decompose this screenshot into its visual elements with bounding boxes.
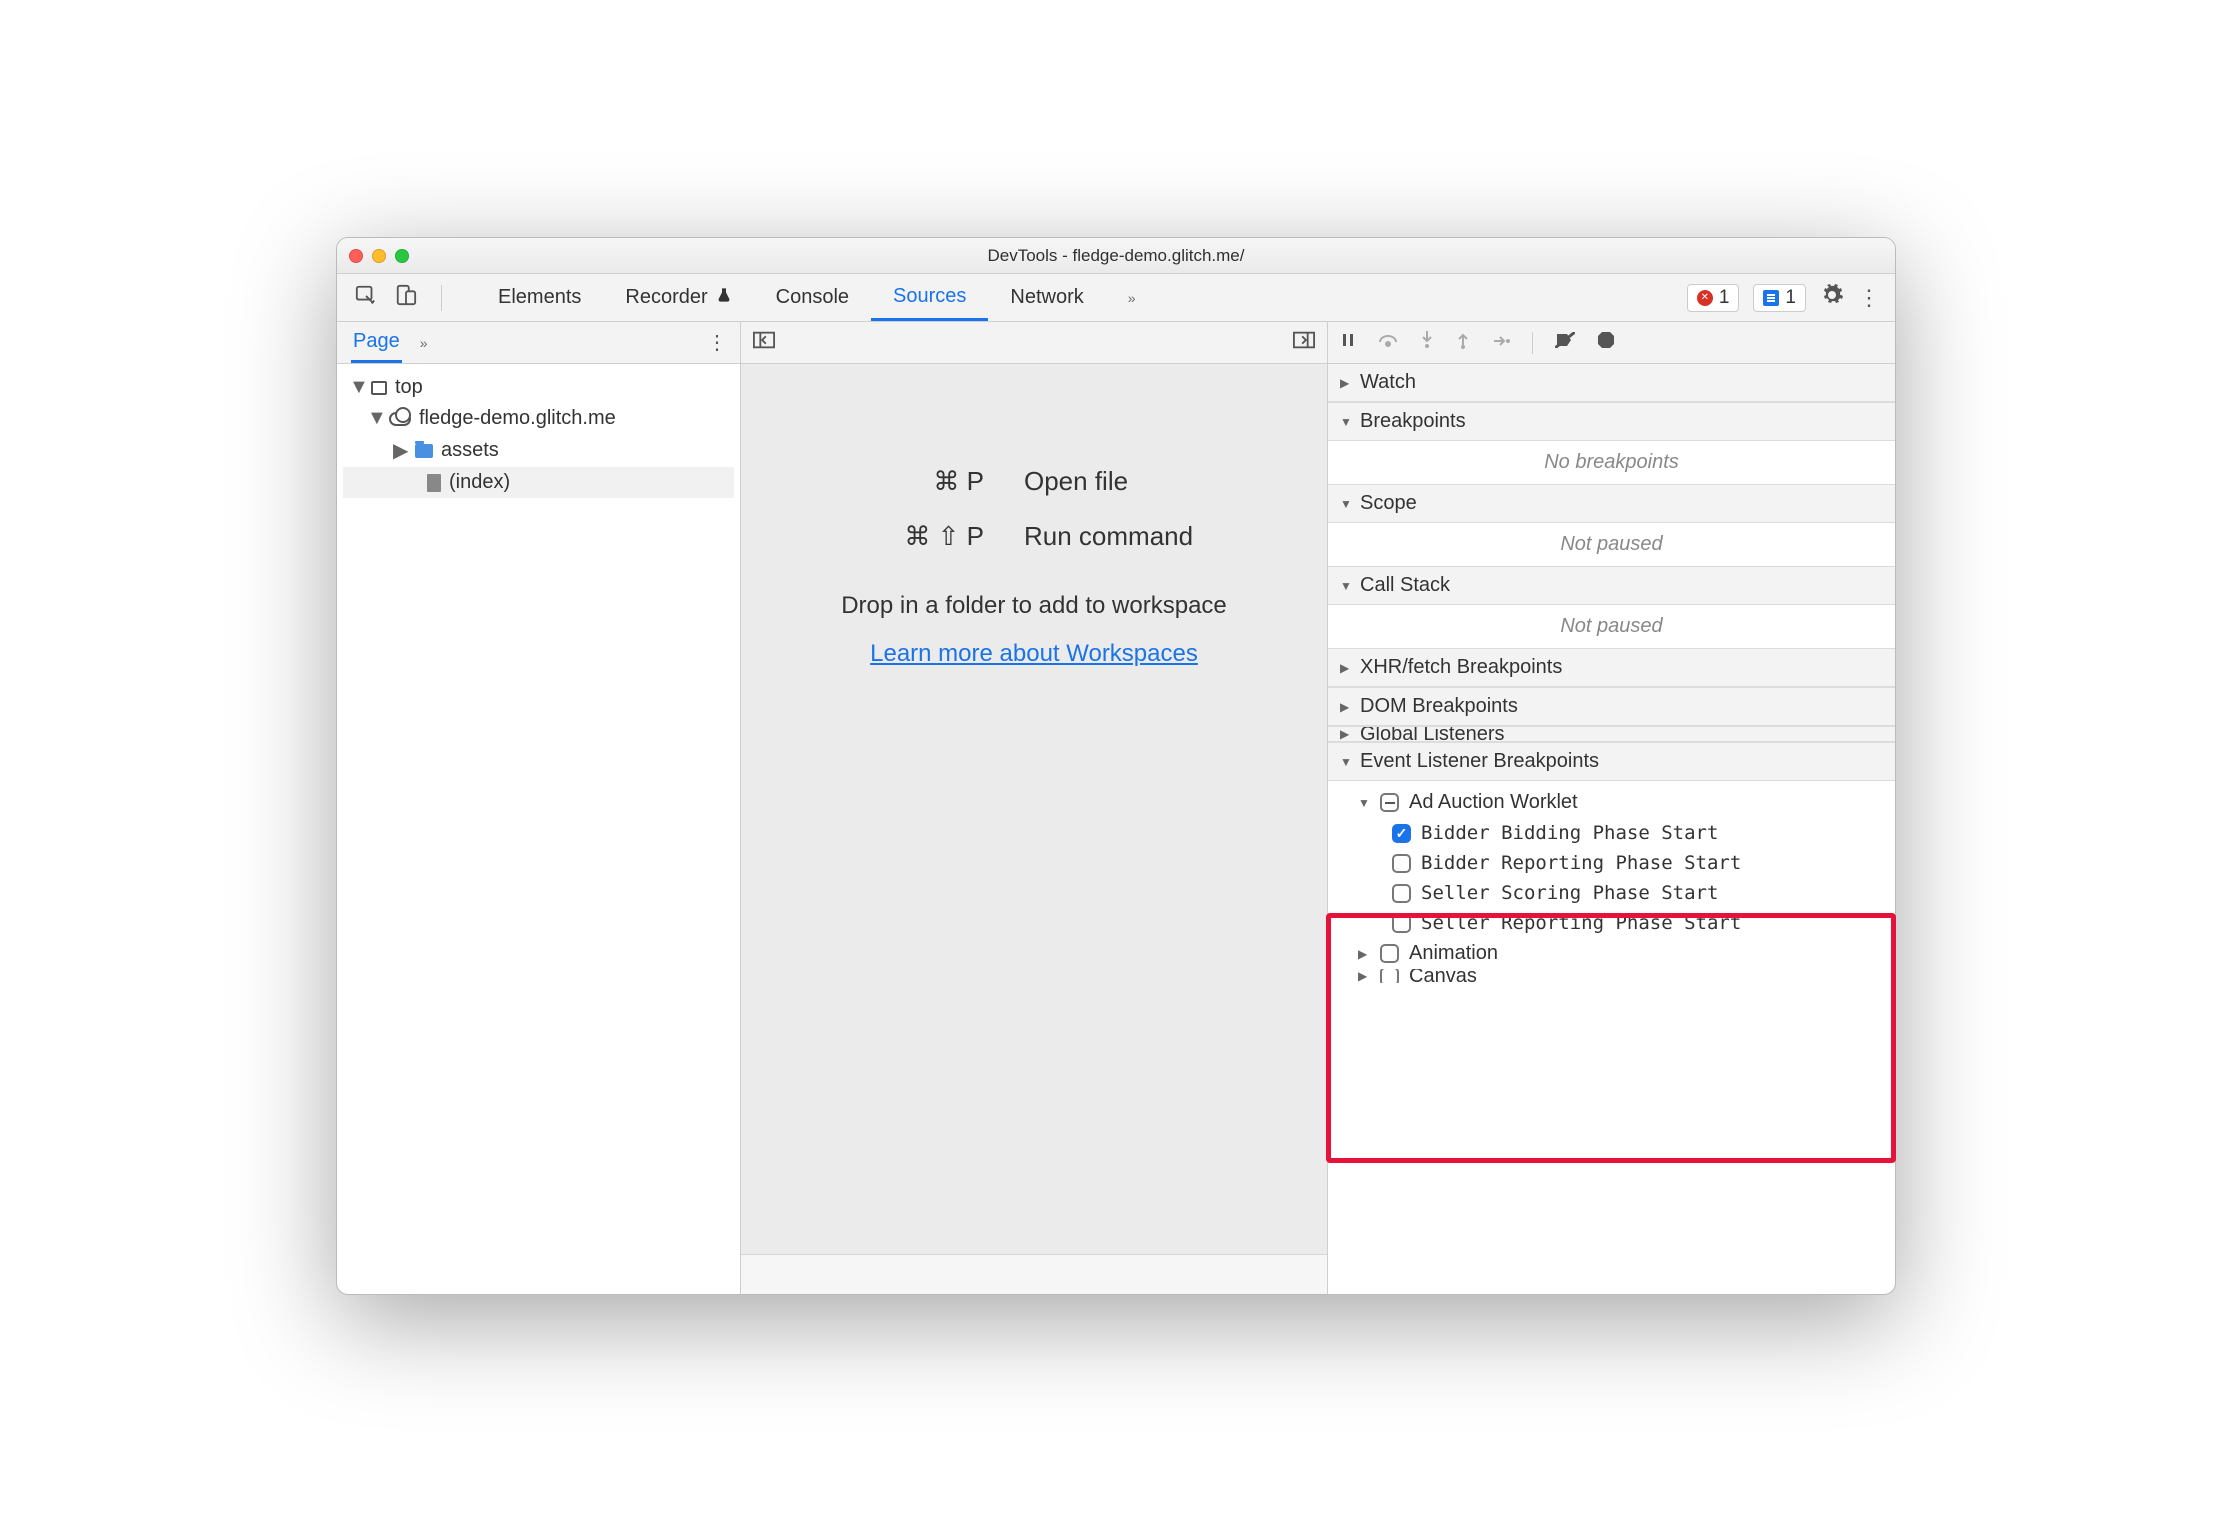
frame-icon	[371, 381, 387, 395]
breakpoints-empty: No breakpoints	[1544, 451, 1679, 473]
run-command-label: Run command	[1024, 521, 1244, 552]
toggle-navigator-icon[interactable]	[753, 331, 775, 354]
step-out-icon[interactable]	[1456, 331, 1470, 354]
toggle-debugger-icon[interactable]	[1293, 331, 1315, 354]
section-xhr-breakpoints[interactable]: ▶XHR/fetch Breakpoints	[1328, 648, 1895, 687]
elb-bidder-reporting-start[interactable]: Bidder Reporting Phase Start	[1328, 848, 1895, 878]
folder-icon	[415, 444, 433, 458]
section-watch[interactable]: ▶Watch	[1328, 364, 1895, 402]
tree-row-file[interactable]: (index)	[343, 467, 734, 498]
section-breakpoints[interactable]: ▼Breakpoints	[1328, 402, 1895, 441]
navigator-tab-page[interactable]: Page	[351, 322, 402, 363]
navigator-tabs-overflow[interactable]: »	[420, 335, 428, 351]
checkbox-icon[interactable]	[1392, 914, 1411, 933]
elb-seller-reporting-start[interactable]: Seller Reporting Phase Start	[1328, 908, 1895, 938]
kebab-menu-icon[interactable]: ⋮	[1858, 285, 1879, 311]
step-icon[interactable]	[1492, 332, 1510, 353]
pause-icon[interactable]	[1340, 332, 1356, 353]
flask-icon	[716, 286, 732, 310]
open-file-shortcut: ⌘ P	[824, 466, 984, 497]
window-title: DevTools - fledge-demo.glitch.me/	[337, 246, 1895, 266]
navigator-pane: Page » ⋮ ▼ top ▼ fledge-demo.glitch.me ▶…	[337, 322, 741, 1294]
checkbox-icon[interactable]	[1392, 884, 1411, 903]
elb-category-canvas[interactable]: ▶ Canvas	[1328, 969, 1895, 983]
section-event-listener-breakpoints[interactable]: ▼Event Listener Breakpoints	[1328, 742, 1895, 781]
elb-category-animation[interactable]: ▶ Animation	[1328, 938, 1895, 969]
tree-row-folder[interactable]: ▶ assets	[343, 434, 734, 467]
titlebar: DevTools - fledge-demo.glitch.me/	[337, 238, 1895, 274]
open-file-label: Open file	[1024, 466, 1244, 497]
tab-overflow[interactable]: »	[1106, 274, 1158, 321]
pause-on-exceptions-icon[interactable]	[1597, 331, 1615, 354]
message-badge[interactable]: 1	[1753, 284, 1806, 312]
callstack-empty: Not paused	[1560, 615, 1662, 637]
devtools-window: DevTools - fledge-demo.glitch.me/ Elemen…	[336, 237, 1896, 1295]
tree-row-origin[interactable]: ▼ fledge-demo.glitch.me	[343, 403, 734, 434]
tab-sources[interactable]: Sources	[871, 274, 988, 321]
editor-footer	[741, 1254, 1327, 1294]
tree-row-top[interactable]: ▼ top	[343, 372, 734, 403]
checkbox-icon[interactable]	[1380, 969, 1399, 983]
section-callstack[interactable]: ▼Call Stack	[1328, 566, 1895, 605]
file-icon	[427, 474, 441, 492]
scope-empty: Not paused	[1560, 533, 1662, 555]
debugger-pane: ▶Watch ▼Breakpoints No breakpoints ▼Scop…	[1327, 322, 1895, 1294]
tab-elements[interactable]: Elements	[476, 274, 603, 321]
step-over-icon[interactable]	[1378, 332, 1398, 353]
inspect-icon[interactable]	[355, 284, 377, 312]
tab-recorder[interactable]: Recorder	[603, 274, 753, 321]
run-command-shortcut: ⌘ ⇧ P	[824, 521, 984, 552]
settings-icon[interactable]	[1820, 283, 1844, 313]
main-toolbar: Elements Recorder Console Sources Networ…	[337, 274, 1895, 322]
checkbox-icon[interactable]	[1392, 854, 1411, 873]
window-zoom-button[interactable]	[395, 249, 409, 263]
tab-console[interactable]: Console	[754, 274, 871, 321]
device-toolbar-icon[interactable]	[395, 284, 417, 312]
error-badge[interactable]: 1	[1687, 284, 1740, 312]
file-tree: ▼ top ▼ fledge-demo.glitch.me ▶ assets (…	[337, 364, 740, 506]
section-dom-breakpoints[interactable]: ▶DOM Breakpoints	[1328, 687, 1895, 726]
cloud-icon	[389, 412, 411, 426]
window-minimize-button[interactable]	[372, 249, 386, 263]
workspace-hint: Drop in a folder to add to workspace	[841, 592, 1227, 620]
elb-seller-scoring-start[interactable]: Seller Scoring Phase Start	[1328, 878, 1895, 908]
step-into-icon[interactable]	[1420, 331, 1434, 354]
elb-category-ad-auction[interactable]: ▼ Ad Auction Worklet	[1328, 787, 1895, 818]
navigator-menu-icon[interactable]: ⋮	[707, 330, 726, 355]
elb-bidder-bidding-start[interactable]: Bidder Bidding Phase Start	[1328, 818, 1895, 848]
error-icon	[1697, 290, 1713, 306]
workspaces-link[interactable]: Learn more about Workspaces	[870, 640, 1198, 668]
checkbox-checked-icon[interactable]	[1392, 824, 1411, 843]
editor-pane: ⌘ P Open file ⌘ ⇧ P Run command Drop in …	[741, 322, 1327, 1294]
checkbox-mixed-icon[interactable]	[1380, 793, 1399, 812]
checkbox-icon[interactable]	[1380, 944, 1399, 963]
tab-network[interactable]: Network	[988, 274, 1105, 321]
message-icon	[1763, 290, 1779, 306]
section-scope[interactable]: ▼Scope	[1328, 484, 1895, 523]
deactivate-breakpoints-icon[interactable]	[1555, 332, 1575, 353]
window-close-button[interactable]	[349, 249, 363, 263]
section-global-listeners[interactable]: ▶Global Listeners	[1328, 726, 1895, 742]
